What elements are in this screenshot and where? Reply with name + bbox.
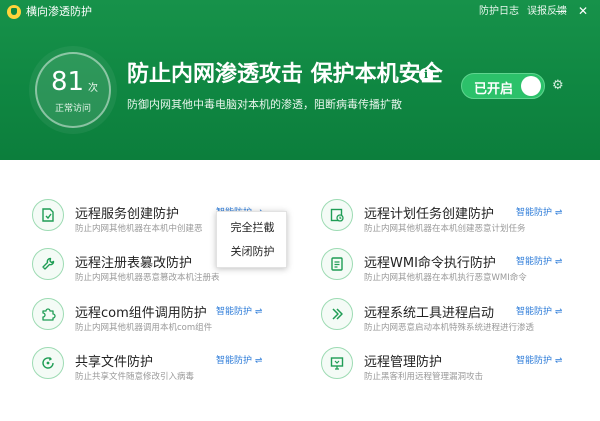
toggle-label: 已开启 <box>474 82 514 97</box>
item-title: 远程服务创建防护 <box>75 207 180 222</box>
access-count: 81 <box>51 67 85 97</box>
close-icon[interactable]: ✕ <box>578 4 588 18</box>
item-desc: 防止内网其他机器在本机创建恶意计划任务 <box>364 224 526 234</box>
menu-item-full-block[interactable]: 完全拦截 <box>217 216 288 240</box>
item-desc: 防止共享文件随意修改引入病毒 <box>75 372 195 382</box>
item-desc: 防止内网恶意启动本机特殊系统进程进行渗透 <box>364 323 535 333</box>
command-icon <box>321 248 353 280</box>
item-com-protection: 远程com组件调用防护 防止内网其他机器调用本机com组件 智能防护 ⇌ <box>32 296 292 346</box>
protection-log-link[interactable]: 防护日志 <box>479 5 519 19</box>
page-title: 防止内网渗透攻击 保护本机安全 <box>127 62 443 87</box>
item-title: 远程com组件调用防护 <box>75 306 207 321</box>
item-systool-protection: 远程系统工具进程启动 防止内网恶意启动本机特殊系统进程进行渗透 智能防护 ⇌ <box>321 296 581 346</box>
remote-icon <box>321 347 353 379</box>
toggle-knob <box>521 76 541 96</box>
item-mode-link[interactable]: 智能防护 ⇌ <box>516 205 562 218</box>
item-wmi-protection: 远程WMI命令执行防护 防止内网其他机器在本机执行恶意WMI命令 智能防护 ⇌ <box>321 246 581 296</box>
app-title: 横向渗透防护 <box>26 5 92 18</box>
item-mode-link[interactable]: 智能防护 ⇌ <box>516 353 562 366</box>
menu-item-disable-protection[interactable]: 关闭防护 <box>217 240 288 264</box>
minimize-icon[interactable]: — <box>555 4 567 18</box>
item-title: 远程系统工具进程启动 <box>364 306 495 321</box>
access-counter: 81 次 正常访问 <box>35 52 111 128</box>
access-count-unit: 次 <box>88 83 98 94</box>
info-icon[interactable]: i <box>419 68 433 82</box>
puzzle-icon <box>32 298 64 330</box>
item-desc: 防止内网其他机器调用本机com组件 <box>75 323 213 333</box>
protection-mode-menu: 完全拦截 关闭防护 <box>216 211 287 268</box>
page-subtitle: 防御内网其他中毒电脑对本机的渗透，阻断病毒传播扩散 <box>127 98 402 111</box>
item-desc: 防止内网其他机器在本机中创建恶 <box>75 224 203 234</box>
protection-toggle[interactable]: 已开启 <box>461 73 545 99</box>
gear-icon[interactable]: ⚙ <box>552 78 564 93</box>
item-mode-link[interactable]: 智能防护 ⇌ <box>216 304 262 317</box>
access-count-label: 正常访问 <box>54 104 91 114</box>
item-mode-link[interactable]: 智能防护 ⇌ <box>516 254 562 267</box>
item-title: 远程计划任务创建防护 <box>364 207 495 222</box>
item-task-protection: 远程计划任务创建防护 防止内网其他机器在本机创建恶意计划任务 智能防护 ⇌ <box>321 197 581 247</box>
service-icon <box>32 199 64 231</box>
item-desc: 防止内网其他机器在本机执行恶意WMI命令 <box>364 273 527 283</box>
task-icon <box>321 199 353 231</box>
arrows-icon <box>321 298 353 330</box>
item-title: 远程管理防护 <box>364 355 443 370</box>
item-title: 远程注册表篡改防护 <box>75 256 193 271</box>
header-banner: 横向渗透防护 防护日志 误报反馈 — ✕ 81 次 正常访问 防止内网渗透攻击 … <box>0 0 600 160</box>
wrench-icon <box>32 248 64 280</box>
title-bar: 横向渗透防护 防护日志 误报反馈 — ✕ <box>0 0 600 24</box>
item-remote-admin-protection: 远程管理防护 防止黑客利用远程管理漏洞攻击 智能防护 ⇌ <box>321 345 581 395</box>
item-title: 共享文件防护 <box>75 355 154 370</box>
item-mode-link[interactable]: 智能防护 ⇌ <box>516 304 562 317</box>
item-title: 远程WMI命令执行防护 <box>364 256 496 271</box>
item-desc: 防止黑客利用远程管理漏洞攻击 <box>364 372 484 382</box>
item-desc: 防止内网其他机器恶意篡改本机注册表 <box>75 273 220 283</box>
app-logo-icon <box>7 5 21 19</box>
item-mode-link[interactable]: 智能防护 ⇌ <box>216 353 262 366</box>
item-share-protection: 共享文件防护 防止共享文件随意修改引入病毒 智能防护 ⇌ <box>32 345 292 395</box>
share-icon <box>32 347 64 379</box>
